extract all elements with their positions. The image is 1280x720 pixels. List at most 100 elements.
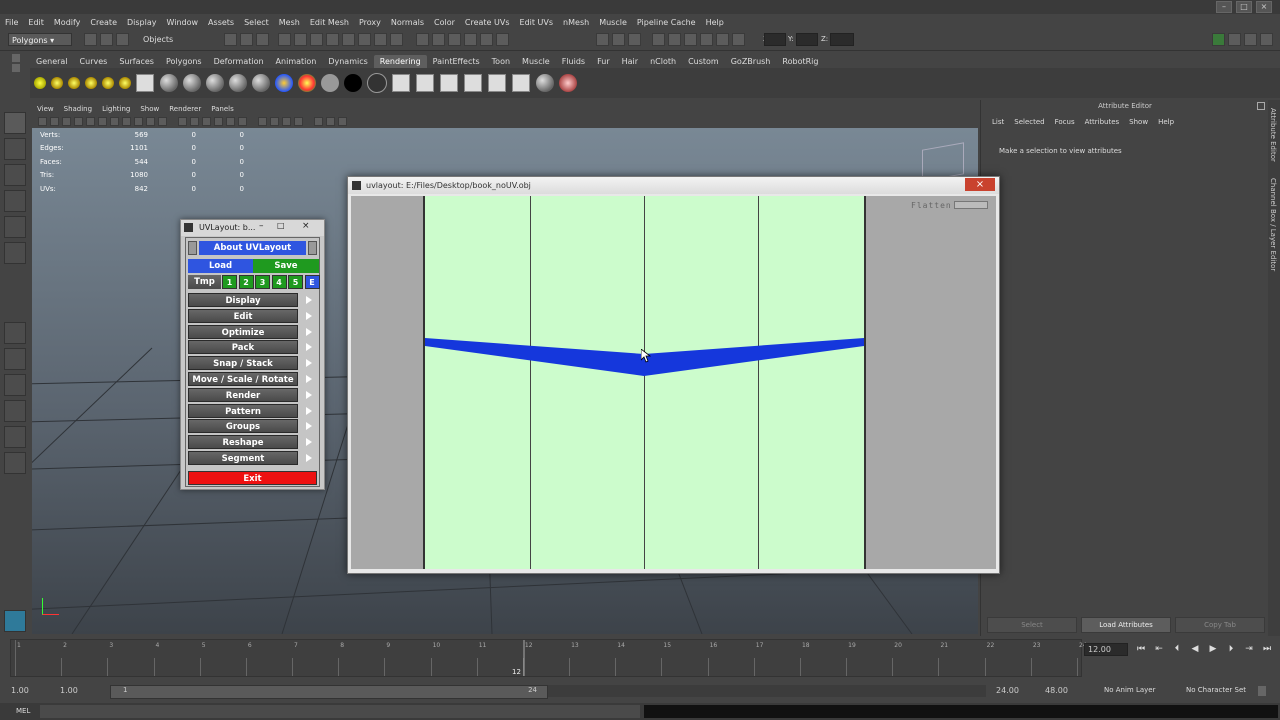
- uv-shell[interactable]: [425, 196, 864, 569]
- attr-menu-attributes[interactable]: Attributes: [1080, 118, 1125, 126]
- step-forward-icon[interactable]: ⏵: [1225, 644, 1237, 654]
- current-time-field[interactable]: 12.00: [1084, 643, 1128, 656]
- menu-move-scale-rotate-button[interactable]: Move / Scale / Rotate: [188, 372, 298, 386]
- menu-assets[interactable]: Assets: [203, 18, 239, 27]
- safe-title-icon[interactable]: [158, 117, 167, 126]
- batch-render-icon[interactable]: [488, 74, 506, 92]
- submenu-arrow-icon[interactable]: [306, 343, 312, 352]
- camera-icon[interactable]: [652, 33, 665, 46]
- play-back-icon[interactable]: ◀: [1189, 644, 1201, 654]
- snap-curve-icon[interactable]: [294, 33, 307, 46]
- attr-menu-focus[interactable]: Focus: [1050, 118, 1080, 126]
- menu-edit-button[interactable]: Edit: [188, 308, 298, 323]
- tmp-slot-3-button[interactable]: 3: [255, 275, 270, 289]
- menu-optimize-button[interactable]: Optimize: [188, 324, 298, 339]
- anim-layer-selector[interactable]: No Anim Layer: [1104, 686, 1155, 694]
- menu-segment-button[interactable]: Segment: [188, 451, 298, 465]
- shelf-tab-deformation[interactable]: Deformation: [208, 55, 270, 68]
- paint-select-tool-icon[interactable]: [4, 164, 26, 186]
- attr-menu-help[interactable]: Help: [1153, 118, 1179, 126]
- snap-point-icon[interactable]: [310, 33, 323, 46]
- layout-four-icon[interactable]: [4, 348, 26, 370]
- new-scene-icon[interactable]: [84, 33, 97, 46]
- menu-render-button[interactable]: Render: [188, 387, 298, 402]
- film-gate-icon[interactable]: [98, 117, 107, 126]
- submenu-arrow-icon[interactable]: [306, 375, 312, 383]
- use-background-icon[interactable]: [344, 74, 362, 92]
- camera-attributes-icon[interactable]: [50, 117, 59, 126]
- ipr-current-icon[interactable]: [416, 74, 434, 92]
- submenu-arrow-icon[interactable]: [306, 359, 312, 368]
- render-layer-icon[interactable]: [512, 74, 530, 92]
- bookmark-icon[interactable]: [62, 117, 71, 126]
- surface-shader-icon[interactable]: [321, 74, 339, 92]
- area-light-icon[interactable]: [102, 77, 114, 89]
- end-time-field[interactable]: 48.00: [1042, 685, 1088, 698]
- lambert-icon[interactable]: [183, 74, 201, 92]
- go-to-end-icon[interactable]: ⏭: [1261, 644, 1273, 654]
- tab-attribute-editor[interactable]: Attribute Editor: [1269, 108, 1277, 162]
- select-button[interactable]: Select: [987, 617, 1077, 633]
- submenu-arrow-icon[interactable]: [306, 438, 312, 447]
- render-camera-icon[interactable]: [136, 74, 154, 92]
- copy-tab-button[interactable]: Copy Tab: [1175, 617, 1265, 633]
- submenu-arrow-icon[interactable]: [306, 454, 312, 462]
- tmp-slot-2-button[interactable]: 2: [238, 275, 254, 289]
- layout-hypershade-icon[interactable]: [4, 426, 26, 448]
- shelf-tab-dynamics[interactable]: Dynamics: [322, 55, 373, 68]
- start-time-field[interactable]: 1.00: [8, 685, 54, 698]
- uv-canvas[interactable]: Flatten: [351, 196, 996, 569]
- timeline-bar[interactable]: 1 2 3 4 5 6 7 8 9 10 11 12 13 14 15 16 17 18 19 20 21 22 23 24: [10, 639, 1087, 677]
- dopesheet-icon[interactable]: [732, 33, 745, 46]
- camera-select-icon[interactable]: [38, 117, 47, 126]
- menu-create[interactable]: Create: [85, 18, 122, 27]
- xray-icon[interactable]: [258, 117, 267, 126]
- render-frame-icon[interactable]: [596, 33, 609, 46]
- render-current-icon[interactable]: [392, 74, 410, 92]
- viewport-menu-lighting[interactable]: Lighting: [97, 105, 135, 113]
- ipr-render-icon[interactable]: [432, 33, 445, 46]
- safe-action-icon[interactable]: [146, 117, 155, 126]
- shelf-menu-icon[interactable]: [10, 52, 22, 98]
- submenu-arrow-icon[interactable]: [306, 422, 312, 431]
- menu-color[interactable]: Color: [429, 18, 460, 27]
- key-icon[interactable]: [1258, 686, 1266, 696]
- hypershade-icon[interactable]: [464, 33, 477, 46]
- x-field[interactable]: [764, 33, 786, 46]
- menu-nmesh[interactable]: nMesh: [558, 18, 594, 27]
- shelf-tab-polygons[interactable]: Polygons: [160, 55, 208, 68]
- load-attributes-button[interactable]: Load Attributes: [1081, 617, 1171, 633]
- grid-toggle-icon[interactable]: [86, 117, 95, 126]
- go-to-start-icon[interactable]: ⏮: [1135, 644, 1147, 654]
- character-set-selector[interactable]: No Character Set: [1186, 686, 1246, 694]
- render-icon[interactable]: [416, 33, 429, 46]
- minimize-icon[interactable]: –: [1216, 1, 1232, 13]
- smooth-shade-icon[interactable]: [190, 117, 199, 126]
- menu-edit-uvs[interactable]: Edit UVs: [515, 18, 559, 27]
- submenu-arrow-icon[interactable]: [306, 390, 312, 399]
- scroll-right-icon[interactable]: [308, 241, 317, 255]
- move-tool-icon[interactable]: [4, 190, 26, 212]
- shelf-tab-rendering[interactable]: Rendering: [373, 55, 427, 68]
- lighting-icon[interactable]: [226, 117, 235, 126]
- minimize-icon[interactable]: –: [259, 221, 264, 231]
- shadows-icon[interactable]: [238, 117, 247, 126]
- menu-proxy[interactable]: Proxy: [354, 18, 386, 27]
- directional-light-icon[interactable]: [51, 77, 63, 89]
- phong-icon[interactable]: [206, 74, 224, 92]
- play-forward-icon[interactable]: ▶: [1207, 644, 1219, 654]
- tmp-slot-5-button[interactable]: 5: [288, 275, 303, 289]
- viewport-menu-show[interactable]: Show: [135, 105, 164, 113]
- shelf-tab-hair[interactable]: Hair: [616, 55, 644, 68]
- rotate-tool-icon[interactable]: [4, 216, 26, 238]
- menu-reshape-button[interactable]: Reshape: [188, 435, 298, 450]
- tmp-slot-4-button[interactable]: 4: [271, 275, 287, 289]
- toggle-attribute-editor-icon[interactable]: [1212, 33, 1225, 46]
- render-view-icon[interactable]: [480, 33, 493, 46]
- menu-muscle[interactable]: Muscle: [594, 18, 632, 27]
- step-forward-key-icon[interactable]: ⇥: [1243, 644, 1255, 654]
- ipr-icon[interactable]: [612, 33, 625, 46]
- z-field[interactable]: [830, 33, 854, 46]
- menu-help[interactable]: Help: [701, 18, 729, 27]
- mel-label[interactable]: MEL: [16, 707, 30, 715]
